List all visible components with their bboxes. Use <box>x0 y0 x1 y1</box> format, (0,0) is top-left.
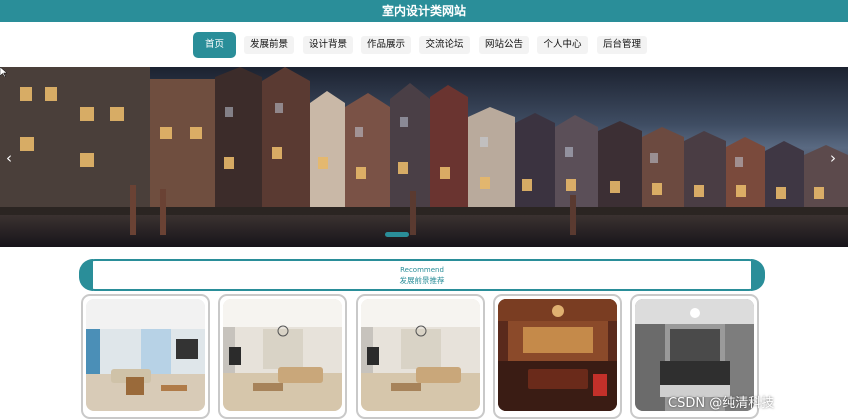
card-thumbnail <box>223 299 342 411</box>
hero-banner-image <box>0 67 848 247</box>
nav-item-forum[interactable]: 交流论坛 <box>419 36 470 54</box>
site-title-bar: 室内设计类网站 <box>0 0 848 22</box>
nav-item-announcements[interactable]: 网站公告 <box>479 36 529 54</box>
recommend-card[interactable] <box>218 294 347 419</box>
nav-item-admin[interactable]: 后台管理 <box>597 36 647 54</box>
chevron-right-icon: › <box>830 149 836 167</box>
recommend-title-en: Recommend <box>400 266 444 274</box>
nav-item-works[interactable]: 作品展示 <box>361 36 411 54</box>
recommend-title-zh: 发展前景推荐 <box>399 276 445 285</box>
nav-item-design-background[interactable]: 设计背景 <box>303 36 353 54</box>
card-thumbnail <box>361 299 480 411</box>
recommend-card[interactable] <box>81 294 210 419</box>
carousel-prev-button[interactable]: ‹ <box>6 151 12 166</box>
chevron-left-icon: ‹ <box>6 149 12 167</box>
card-thumbnail <box>498 299 617 411</box>
nav-item-personal-center[interactable]: 个人中心 <box>537 36 588 54</box>
site-title: 室内设计类网站 <box>381 4 466 18</box>
mouse-cursor-icon <box>0 67 8 77</box>
nav-item-prospects[interactable]: 发展前景 <box>244 36 294 54</box>
carousel-indicator[interactable] <box>385 232 409 237</box>
recommend-card[interactable] <box>493 294 622 419</box>
carousel-next-button[interactable]: › <box>830 151 836 166</box>
card-thumbnail <box>86 299 205 411</box>
nav-item-home[interactable]: 首页 <box>193 32 236 58</box>
hero-banner-carousel[interactable]: ‹ › <box>0 67 848 247</box>
recommend-card[interactable] <box>356 294 485 419</box>
main-nav: 首页 发展前景 设计背景 作品展示 交流论坛 网站公告 个人中心 后台管理 <box>0 22 848 67</box>
watermark: CSDN @纯清科技 <box>668 396 775 411</box>
